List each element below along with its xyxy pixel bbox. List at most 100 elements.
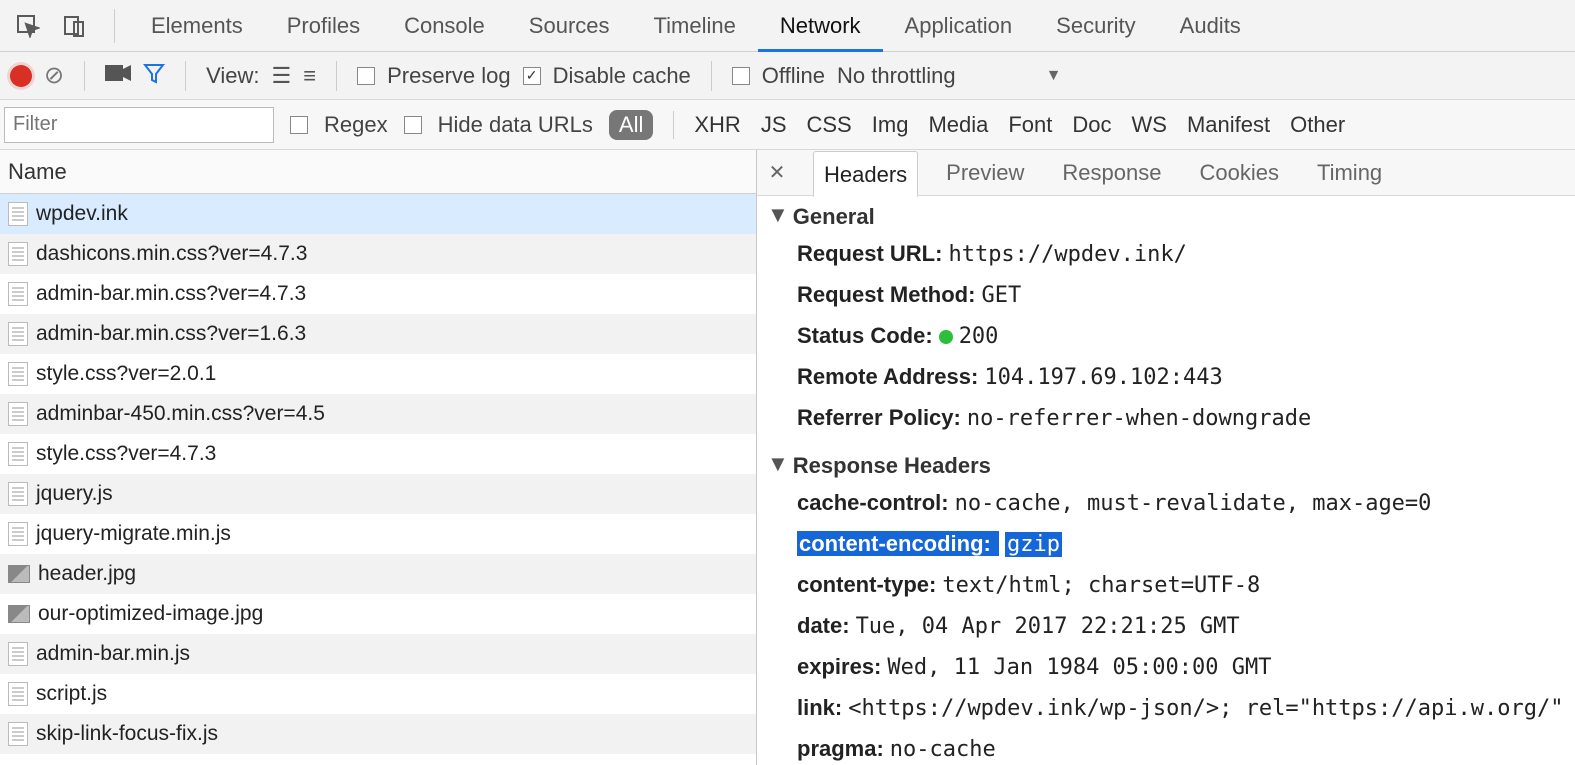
request-row[interactable]: style.css?ver=4.7.3 <box>0 434 756 474</box>
kv-pragma: pragma:no-cache <box>767 729 1565 765</box>
kv-request-url: Request URL:https://wpdev.ink/ <box>767 234 1565 275</box>
detail-tabs: ✕ Headers Preview Response Cookies Timing <box>757 150 1575 196</box>
document-file-icon <box>8 202 28 226</box>
type-filter-doc[interactable]: Doc <box>1072 112 1111 138</box>
disable-cache-checkbox[interactable] <box>523 67 541 85</box>
type-filter-media[interactable]: Media <box>928 112 988 138</box>
document-file-icon <box>8 402 28 426</box>
type-filter-other[interactable]: Other <box>1290 112 1345 138</box>
document-file-icon <box>8 642 28 666</box>
throttling-value: No throttling <box>837 63 956 89</box>
request-row[interactable]: our-optimized-image.jpg <box>0 594 756 634</box>
request-row[interactable]: admin-bar.min.css?ver=1.6.3 <box>0 314 756 354</box>
hide-urls-label: Hide data URLs <box>438 112 593 138</box>
tab-timeline[interactable]: Timeline <box>632 0 758 52</box>
kv-remote-address: Remote Address:104.197.69.102:443 <box>767 357 1565 398</box>
section-response-headers: ▼Response Headers cache-control:no-cache… <box>757 445 1575 765</box>
request-name: style.css?ver=4.7.3 <box>36 442 216 466</box>
request-row[interactable]: admin-bar.min.js <box>0 634 756 674</box>
request-row[interactable]: dashicons.min.css?ver=4.7.3 <box>0 234 756 274</box>
hide-urls-checkbox[interactable] <box>404 116 422 134</box>
request-row[interactable]: wpdev.ink <box>0 194 756 234</box>
filter-row: Regex Hide data URLs All XHR JS CSS Img Media… <box>0 100 1575 150</box>
waterfall-icon[interactable]: ≡ <box>303 63 316 89</box>
column-header-name[interactable]: Name <box>0 150 756 194</box>
inspect-icon[interactable] <box>8 6 48 46</box>
device-toggle-icon[interactable] <box>54 6 94 46</box>
detail-tab-response[interactable]: Response <box>1052 150 1171 196</box>
kv-content-type: content-type:text/html; charset=UTF-8 <box>767 565 1565 606</box>
throttling-select[interactable]: No throttling ▼ <box>837 63 1061 89</box>
preserve-log-checkbox[interactable] <box>357 67 375 85</box>
document-file-icon <box>8 442 28 466</box>
request-name: admin-bar.min.css?ver=1.6.3 <box>36 322 306 346</box>
request-row[interactable]: admin-bar.min.css?ver=4.7.3 <box>0 274 756 314</box>
request-row[interactable]: script.js <box>0 674 756 714</box>
filter-input[interactable] <box>4 107 274 143</box>
kv-request-method: Request Method:GET <box>767 275 1565 316</box>
request-list-panel: Name wpdev.ink dashicons.min.css?ver=4.7.… <box>0 150 757 765</box>
detail-tab-cookies[interactable]: Cookies <box>1189 150 1288 196</box>
section-general-title[interactable]: ▼General <box>767 200 1565 234</box>
tab-elements[interactable]: Elements <box>129 0 265 52</box>
type-filter-ws[interactable]: WS <box>1132 112 1167 138</box>
type-filter-img[interactable]: Img <box>872 112 909 138</box>
request-name: admin-bar.min.js <box>36 642 190 666</box>
regex-label: Regex <box>324 112 388 138</box>
tab-sources[interactable]: Sources <box>507 0 632 52</box>
view-label: View: <box>206 63 259 89</box>
type-filter-all[interactable]: All <box>609 110 653 140</box>
tab-network[interactable]: Network <box>758 0 883 52</box>
document-file-icon <box>8 362 28 386</box>
type-filter-js[interactable]: JS <box>761 112 787 138</box>
divider <box>84 61 85 91</box>
detail-tab-headers[interactable]: Headers <box>813 151 918 197</box>
camera-icon[interactable] <box>105 63 131 89</box>
request-row[interactable]: jquery.js <box>0 474 756 514</box>
request-name: script.js <box>36 682 107 706</box>
tab-console[interactable]: Console <box>382 0 507 52</box>
section-response-title[interactable]: ▼Response Headers <box>767 449 1565 483</box>
kv-status-code: Status Code:200 <box>767 316 1565 357</box>
detail-tab-preview[interactable]: Preview <box>936 150 1034 196</box>
document-file-icon <box>8 322 28 346</box>
large-rows-icon[interactable]: ☰ <box>272 63 292 89</box>
request-row[interactable]: header.jpg <box>0 554 756 594</box>
tab-audits[interactable]: Audits <box>1158 0 1263 52</box>
main-split: Name wpdev.ink dashicons.min.css?ver=4.7.… <box>0 150 1575 765</box>
type-filter-manifest[interactable]: Manifest <box>1187 112 1270 138</box>
kv-referrer-policy: Referrer Policy:no-referrer-when-downgra… <box>767 398 1565 439</box>
document-file-icon <box>8 482 28 506</box>
kv-content-encoding: content-encoding: gzip <box>767 524 1565 565</box>
tab-profiles[interactable]: Profiles <box>265 0 382 52</box>
request-row[interactable]: style.css?ver=2.0.1 <box>0 354 756 394</box>
tab-security[interactable]: Security <box>1034 0 1157 52</box>
detail-tab-timing[interactable]: Timing <box>1307 150 1392 196</box>
tab-application[interactable]: Application <box>883 0 1035 52</box>
request-name: wpdev.ink <box>36 202 128 226</box>
request-name: dashicons.min.css?ver=4.7.3 <box>36 242 307 266</box>
document-file-icon <box>8 522 28 546</box>
request-row[interactable]: jquery-migrate.min.js <box>0 514 756 554</box>
document-file-icon <box>8 282 28 306</box>
request-name: header.jpg <box>38 562 136 586</box>
request-row[interactable]: skip-link-focus-fix.js <box>0 714 756 754</box>
record-button[interactable] <box>10 65 32 87</box>
clear-icon[interactable]: ⊘ <box>44 61 64 90</box>
type-filter-xhr[interactable]: XHR <box>694 112 740 138</box>
filter-icon[interactable] <box>143 62 165 90</box>
offline-label: Offline <box>762 63 825 89</box>
divider <box>711 61 712 91</box>
disable-cache-label: Disable cache <box>553 63 691 89</box>
document-file-icon <box>8 722 28 746</box>
request-row[interactable]: adminbar-450.min.css?ver=4.5 <box>0 394 756 434</box>
type-filter-font[interactable]: Font <box>1008 112 1052 138</box>
request-detail-panel: ✕ Headers Preview Response Cookies Timing ▼G… <box>757 150 1575 765</box>
regex-checkbox[interactable] <box>290 116 308 134</box>
offline-checkbox[interactable] <box>732 67 750 85</box>
close-icon[interactable]: ✕ <box>763 160 791 185</box>
divider <box>185 61 186 91</box>
section-general: ▼General Request URL:https://wpdev.ink/ … <box>757 196 1575 445</box>
devtools-tabbar: ElementsProfilesConsoleSourcesTimelineNe… <box>0 0 1575 52</box>
type-filter-css[interactable]: CSS <box>807 112 852 138</box>
